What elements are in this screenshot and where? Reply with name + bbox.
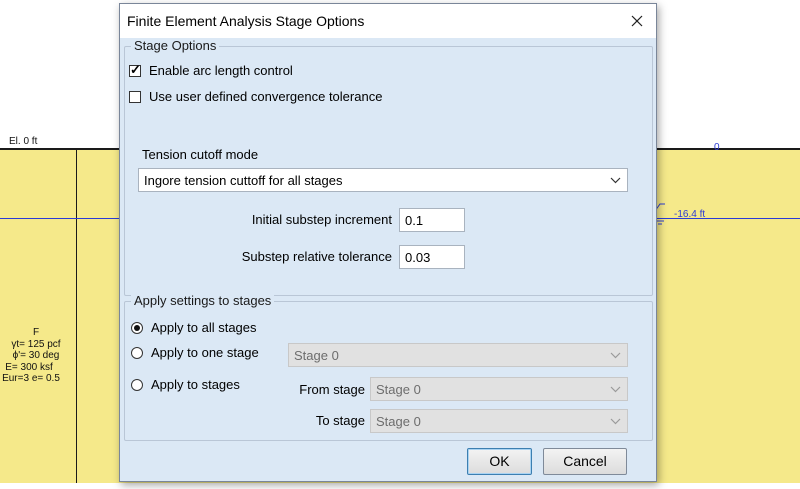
dialog-footer: OK Cancel	[120, 442, 656, 481]
apply-all-radio[interactable]	[131, 321, 143, 334]
apply-one-radio[interactable]	[131, 346, 143, 359]
initial-substep-label: Initial substep increment	[251, 212, 392, 227]
dialog-title: Finite Element Analysis Stage Options	[127, 13, 365, 29]
apply-all-row[interactable]: Apply to all stages	[131, 320, 257, 335]
user-tolerance-checkbox[interactable]	[129, 90, 141, 103]
to-stage-select[interactable]: Stage 0	[370, 409, 628, 433]
substep-tolerance-label: Substep relative tolerance	[241, 249, 392, 264]
from-stage-label: From stage	[299, 382, 365, 397]
apply-range-radio[interactable]	[131, 378, 143, 391]
to-stage-value: Stage 0	[376, 414, 421, 429]
chevron-down-icon	[610, 177, 621, 184]
one-stage-value: Stage 0	[294, 348, 339, 363]
tension-cutoff-value: Ingore tension cuttoff for all stages	[144, 173, 343, 188]
water-level-label: -16.4 ft	[674, 209, 706, 220]
chevron-down-icon	[610, 418, 621, 425]
radio-selected-dot	[134, 324, 140, 331]
apply-one-label: Apply to one stage	[151, 345, 259, 360]
cancel-button[interactable]: Cancel	[543, 448, 627, 475]
stage-options-dialog: Finite Element Analysis Stage Options St…	[119, 3, 657, 482]
dialog-client-area: Stage Options ✓ Enable arc length contro…	[120, 38, 656, 481]
elevation-right-label: 0	[714, 142, 720, 153]
initial-substep-input[interactable]: 0.1	[399, 208, 465, 232]
enable-arc-length-label: Enable arc length control	[149, 63, 293, 78]
wall-line	[76, 149, 77, 483]
user-tolerance-row[interactable]: Use user defined convergence tolerance	[129, 89, 382, 104]
checkmark-icon: ✓	[130, 61, 141, 77]
apply-range-label: Apply to stages	[151, 377, 240, 392]
substep-tolerance-input[interactable]: 0.03	[399, 245, 465, 269]
tension-cutoff-select[interactable]: Ingore tension cuttoff for all stages	[138, 168, 628, 192]
apply-settings-legend: Apply settings to stages	[131, 293, 275, 308]
close-button[interactable]	[624, 8, 650, 34]
material-eur: Eur=3 e= 0.5	[2, 373, 60, 384]
enable-arc-length-row[interactable]: ✓ Enable arc length control	[129, 61, 293, 78]
stage-options-legend: Stage Options	[131, 38, 220, 53]
from-stage-value: Stage 0	[376, 382, 421, 397]
tension-cutoff-label: Tension cutoff mode	[142, 147, 259, 162]
close-icon	[631, 15, 643, 27]
material-unit-weight: γt= 125 pcf	[11, 338, 61, 350]
enable-arc-length-checkbox[interactable]: ✓	[129, 61, 141, 77]
material-name: F	[32, 327, 40, 338]
apply-all-label: Apply to all stages	[151, 320, 257, 335]
material-modulus: E= 300 ksf	[5, 361, 53, 373]
elevation-left-label: El. 0 ft	[9, 136, 38, 147]
apply-settings-group: Apply settings to stages Apply to all st…	[124, 293, 653, 441]
user-tolerance-label: Use user defined convergence tolerance	[149, 89, 383, 104]
dialog-titlebar[interactable]: Finite Element Analysis Stage Options	[120, 4, 656, 38]
from-stage-select[interactable]: Stage 0	[370, 377, 628, 401]
apply-one-row[interactable]: Apply to one stage	[131, 345, 259, 360]
stage-options-group: Stage Options ✓ Enable arc length contro…	[124, 38, 653, 296]
material-label: F γt= 125 pcf ϕ'= 30 deg E= 300 ksf Eur=…	[0, 327, 72, 385]
material-friction-angle: ϕ'= 30 deg	[12, 350, 60, 361]
ok-button[interactable]: OK	[467, 448, 532, 475]
to-stage-label: To stage	[315, 413, 365, 428]
apply-range-row[interactable]: Apply to stages	[131, 377, 240, 392]
one-stage-select[interactable]: Stage 0	[288, 343, 628, 367]
chevron-down-icon	[610, 386, 621, 393]
chevron-down-icon	[610, 352, 621, 359]
